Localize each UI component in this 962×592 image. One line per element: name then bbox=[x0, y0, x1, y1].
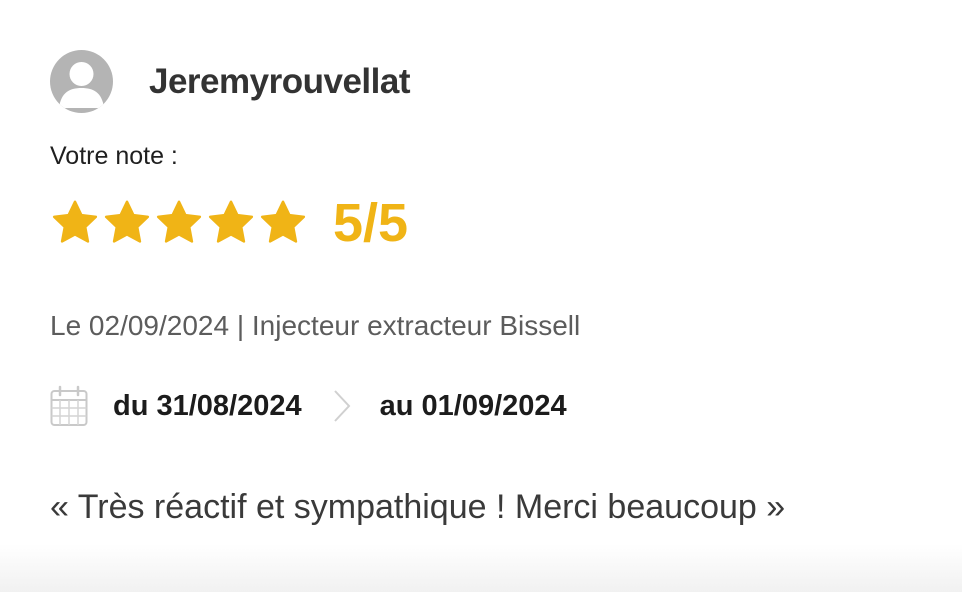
rating-label: Votre note : bbox=[50, 142, 178, 170]
avatar bbox=[50, 50, 113, 113]
rating-row: 5/5 bbox=[50, 196, 408, 250]
rating-score: 5/5 bbox=[333, 193, 409, 253]
star-icon bbox=[104, 200, 150, 243]
star-icon bbox=[52, 200, 98, 243]
star-icon bbox=[260, 200, 306, 243]
review-comment: « Très réactif et sympathique ! Merci be… bbox=[50, 488, 786, 526]
star-rating bbox=[50, 198, 308, 248]
review-meta: Le 02/09/2024 | Injecteur extracteur Bis… bbox=[50, 310, 581, 341]
calendar-icon bbox=[50, 385, 88, 426]
star-icon bbox=[156, 200, 202, 243]
review-card: Jeremyrouvellat Votre note : 5/5 Le 02/0… bbox=[0, 0, 962, 592]
bottom-divider-shadow bbox=[0, 544, 962, 592]
date-from: du 31/08/2024 bbox=[113, 389, 302, 422]
date-to: au 01/09/2024 bbox=[379, 389, 567, 422]
review-header: Jeremyrouvellat bbox=[50, 50, 410, 113]
star-icon bbox=[208, 200, 254, 243]
rental-dates: du 31/08/2024 au 01/09/2024 bbox=[50, 385, 567, 427]
chevron-right-icon bbox=[333, 390, 351, 422]
reviewer-name: Jeremyrouvellat bbox=[149, 61, 410, 101]
user-silhouette-icon bbox=[59, 62, 104, 108]
